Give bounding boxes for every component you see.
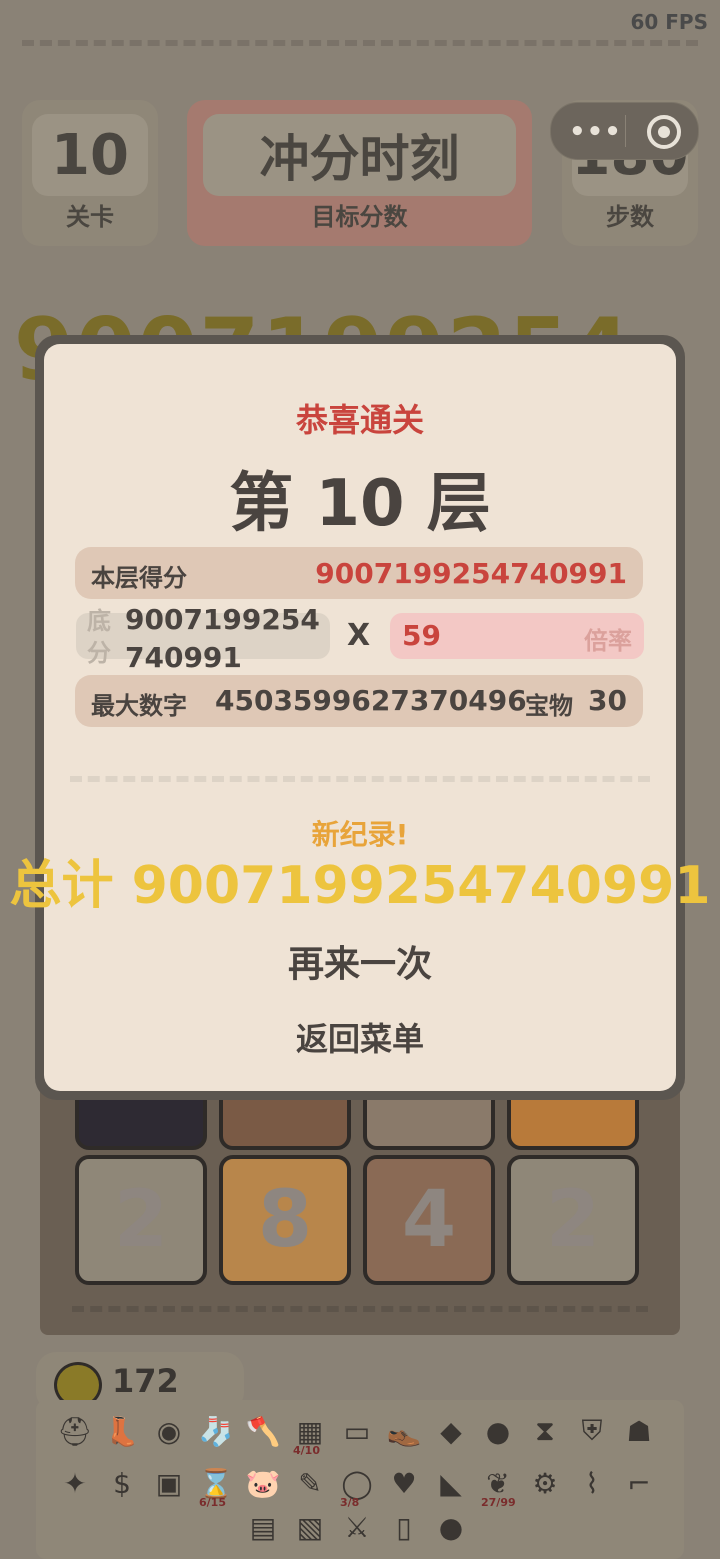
game-board: 2 8 4 2 — [40, 1070, 680, 1335]
floor-score-row: 本层得分 9007199254740991 — [75, 547, 643, 599]
treasure-value: 30 — [588, 684, 627, 717]
item-count: 6/15 — [199, 1496, 226, 1509]
target-panel: 冲分时刻 目标分数 — [187, 100, 532, 246]
boot-icon[interactable]: 👢 — [103, 1412, 141, 1450]
close-target-icon[interactable] — [647, 115, 681, 149]
floor-title: 第 10 层 — [229, 467, 491, 541]
fps-counter: 60 FPS — [630, 10, 708, 34]
board-divider — [72, 1306, 648, 1312]
pen-icon[interactable]: ✎ — [291, 1464, 329, 1502]
axe-icon[interactable]: 🪓 — [244, 1412, 282, 1450]
base-score-label: 底分 — [87, 607, 111, 667]
congrats-title: 恭喜通关 — [295, 401, 424, 439]
total-value: 9007199254740991 — [131, 856, 711, 916]
black-ring-icon[interactable]: ◉ — [150, 1412, 188, 1450]
coin-value: 172 — [112, 1362, 179, 1400]
top-divider — [22, 40, 698, 46]
piggy-bank-icon[interactable]: 🐷 — [244, 1464, 282, 1502]
multiply-sign: X — [347, 618, 371, 653]
swords-icon[interactable]: ⚔ — [338, 1508, 376, 1546]
item-count: 27/99 — [481, 1496, 516, 1509]
multiplier-label: 倍率 — [584, 627, 632, 655]
heart-icon[interactable]: ♥ — [385, 1464, 423, 1502]
brown-boot-icon[interactable]: 👞 — [385, 1412, 423, 1450]
capsule-separator — [625, 115, 626, 147]
minus-90-tag-icon[interactable]: ▭ — [338, 1412, 376, 1450]
board-tile: 2 — [507, 1155, 639, 1285]
multiplier-value: 59 — [402, 619, 441, 652]
multiplier-box: 59 倍率 — [390, 613, 644, 659]
base-score-line1: 9007199254 — [125, 603, 320, 636]
item-inventory: ⛑ 👢 ◉ 🧦 🪓 ▦ 4/10 ▭ 👞 ◆ ● ⧗ ⛨ ☗ ✦ $ ▣ ⌛ 6/15 🐷 ✎ ◯ 3/8 ♥ ◣ ❦ 27/99 ⚙… — [36, 1400, 684, 1559]
level-panel: 10 关卡 — [22, 100, 158, 246]
purple-chest-icon[interactable]: ▣ — [150, 1464, 188, 1502]
more-icon[interactable]: ••• — [569, 117, 622, 147]
hourglass-statue-icon[interactable]: ⧗ — [526, 1412, 564, 1450]
total-label: 总计 — [9, 856, 114, 916]
crystal-icon[interactable]: ◆ — [432, 1412, 470, 1450]
total-score: 总计 9007199254740991 — [0, 843, 720, 918]
hood-icon[interactable]: ☗ — [620, 1412, 658, 1450]
glass-icon[interactable]: ▯ — [385, 1508, 423, 1546]
max-number-value: 4503599627370496 — [215, 684, 527, 717]
floor-score-value: 9007199254740991 — [315, 557, 627, 590]
back-to-menu-button[interactable]: 返回菜单 — [260, 1012, 460, 1066]
blue-chest-icon[interactable]: ▧ — [291, 1508, 329, 1546]
pipe-icon[interactable]: ⌇ — [573, 1464, 611, 1502]
max-number-row: 最大数字 4503599627370496 宝物 30 — [75, 675, 643, 727]
purple-gem-icon[interactable]: ✦ — [56, 1464, 94, 1502]
shield-icon[interactable]: ⛨ — [573, 1412, 611, 1450]
steps-label: 步数 — [606, 203, 654, 231]
gold-orb-icon[interactable]: ● — [479, 1412, 517, 1450]
gear-icon[interactable]: ⚙ — [526, 1464, 564, 1502]
helmet-icon[interactable]: ⛑ — [56, 1412, 94, 1450]
level-label: 关卡 — [66, 203, 114, 231]
gun-icon[interactable]: ⌐ — [620, 1464, 658, 1502]
target-value: 冲分时刻 — [203, 114, 516, 196]
drill-icon[interactable]: ◣ — [432, 1464, 470, 1502]
board-tile: 4 — [363, 1155, 495, 1285]
target-label: 目标分数 — [311, 203, 408, 231]
board-tile: 2 — [75, 1155, 207, 1285]
treasure-label: 宝物 — [525, 692, 573, 720]
retry-button[interactable]: 再来一次 — [260, 935, 460, 995]
sock-icon[interactable]: 🧦 — [197, 1412, 235, 1450]
level-value: 10 — [32, 114, 148, 196]
item-count: 4/10 — [293, 1444, 320, 1457]
miniprogram-capsule: ••• — [550, 102, 699, 160]
base-score-line2: 740991 — [125, 641, 242, 674]
gold-coin-icon[interactable]: $ — [103, 1464, 141, 1502]
max-number-label: 最大数字 — [91, 692, 187, 720]
card-icon[interactable]: ▤ — [244, 1508, 282, 1546]
modal-divider — [70, 776, 650, 782]
board-tile: 8 — [219, 1155, 351, 1285]
floor-score-label: 本层得分 — [91, 564, 187, 592]
base-score-value: 9007199254 740991 — [125, 601, 325, 677]
blue-orb-icon[interactable]: ● — [432, 1508, 470, 1546]
